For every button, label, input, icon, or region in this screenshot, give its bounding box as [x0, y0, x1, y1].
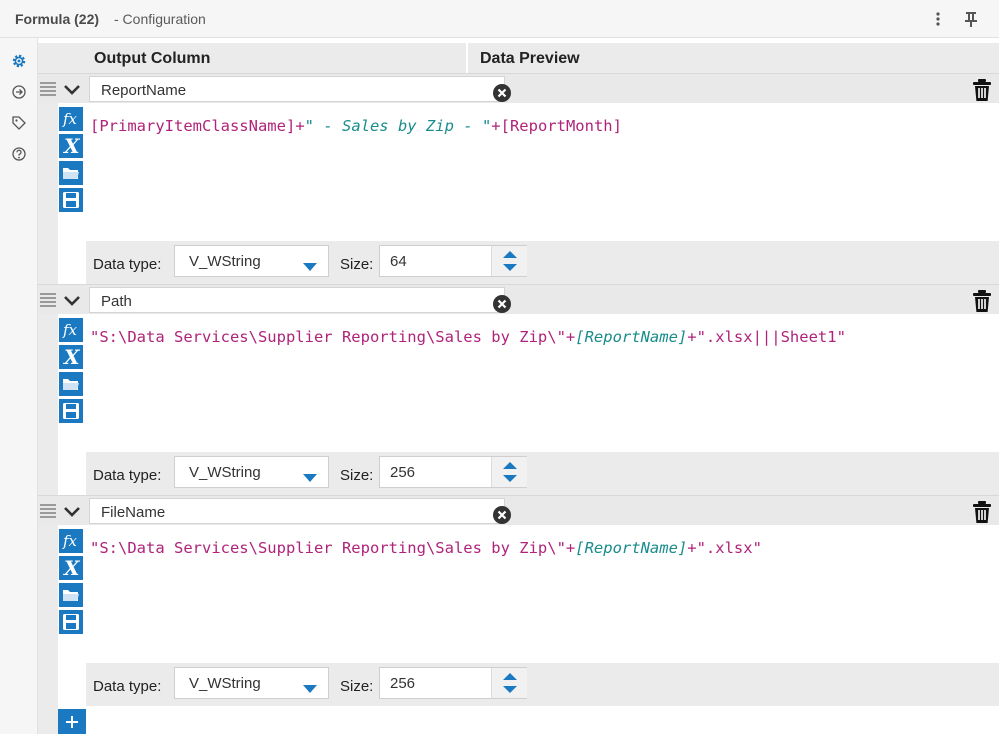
delete-icon[interactable]: [972, 79, 992, 101]
window-title: Formula (22): [15, 11, 100, 27]
save-icon[interactable]: [59, 399, 83, 423]
data-type-label: Data type:: [93, 467, 162, 484]
variable-icon[interactable]: X: [59, 345, 83, 369]
function-icon[interactable]: fx: [59, 318, 83, 342]
add-formula-button[interactable]: [58, 709, 86, 734]
function-icon[interactable]: fx: [59, 529, 83, 553]
data-type-bar: Data type: V_WString Size: 64: [86, 241, 999, 284]
expression-editor[interactable]: fx X [PrimaryItemClassName]+" - Sales by…: [38, 103, 999, 284]
function-icon[interactable]: fx: [59, 107, 83, 131]
connection-icon[interactable]: [9, 82, 29, 102]
editor-toolbar: fx X: [58, 529, 84, 641]
gear-icon[interactable]: [9, 51, 29, 71]
more-icon[interactable]: [928, 8, 948, 30]
size-spinner[interactable]: [491, 246, 527, 276]
dropdown-arrow-icon[interactable]: [303, 258, 317, 276]
data-type-value: V_WString: [189, 253, 261, 270]
header-separator: [466, 43, 468, 73]
svg-text:X: X: [62, 558, 81, 578]
formula-configuration-window: Formula (22) - Configuration Output Colu…: [0, 0, 999, 734]
open-icon[interactable]: [59, 372, 83, 396]
data-type-label: Data type:: [93, 256, 162, 273]
editor-toolbar: fx X: [58, 107, 84, 219]
chevron-down-icon[interactable]: [62, 80, 82, 98]
expression-editor[interactable]: fx X "S:\Data Services\Supplier Reportin…: [38, 525, 999, 706]
variable-icon[interactable]: X: [59, 556, 83, 580]
formula-row: Path fx X "S:\Data Services\Supplier Rep: [38, 284, 999, 495]
save-icon[interactable]: [59, 188, 83, 212]
variable-icon[interactable]: X: [59, 134, 83, 158]
row-gutter: [38, 314, 58, 495]
data-type-value: V_WString: [189, 464, 261, 481]
svg-text:X: X: [62, 347, 81, 367]
size-input[interactable]: 256: [379, 456, 527, 488]
formula-row: ReportName fx X [PrimaryItemClassName]+": [38, 73, 999, 284]
clear-icon[interactable]: [493, 295, 511, 313]
add-row-gutter: [38, 706, 58, 734]
clear-icon[interactable]: [493, 506, 511, 524]
row-name-bar: Path: [38, 284, 999, 314]
size-spinner[interactable]: [491, 457, 527, 487]
expression-editor[interactable]: fx X "S:\Data Services\Supplier Reportin…: [38, 314, 999, 495]
delete-icon[interactable]: [972, 501, 992, 523]
add-row-bar: [38, 706, 999, 734]
window-subtitle: - Configuration: [114, 11, 206, 27]
formula-row: FileName fx X "S:\Data Services\Supplier: [38, 495, 999, 706]
formula-expression: [PrimaryItemClassName]+" - Sales by Zip …: [90, 117, 622, 135]
formula-expression: "S:\Data Services\Supplier Reporting\Sal…: [90, 539, 762, 557]
output-column-name-field[interactable]: FileName: [89, 498, 511, 524]
size-value: 256: [390, 675, 416, 692]
drag-handle-icon[interactable]: [40, 82, 56, 96]
row-gutter: [38, 525, 58, 706]
output-column-name-field[interactable]: Path: [89, 287, 511, 313]
size-label: Size:: [340, 256, 374, 273]
dropdown-arrow-icon[interactable]: [303, 680, 317, 698]
data-type-value: V_WString: [189, 675, 261, 692]
chevron-down-icon[interactable]: [62, 502, 82, 520]
pin-icon[interactable]: [961, 8, 981, 30]
output-column-name: FileName: [101, 504, 166, 521]
save-icon[interactable]: [59, 610, 83, 634]
clear-icon[interactable]: [493, 84, 511, 102]
data-preview-label: Data Preview: [480, 50, 580, 67]
output-column-name: ReportName: [101, 82, 187, 99]
help-icon[interactable]: [9, 144, 29, 164]
output-column-name-field[interactable]: ReportName: [89, 76, 511, 102]
editor-toolbar: fx X: [58, 318, 84, 430]
title-bar: Formula (22) - Configuration: [0, 0, 999, 38]
size-label: Size:: [340, 678, 374, 695]
data-type-select[interactable]: V_WString: [174, 667, 329, 699]
row-name-bar: FileName: [38, 495, 999, 525]
drag-handle-icon[interactable]: [40, 293, 56, 307]
svg-text:X: X: [62, 136, 81, 156]
tag-icon[interactable]: [9, 113, 29, 133]
size-input[interactable]: 64: [379, 245, 527, 277]
delete-icon[interactable]: [972, 290, 992, 312]
drag-handle-icon[interactable]: [40, 504, 56, 518]
data-type-select[interactable]: V_WString: [174, 245, 329, 277]
size-value: 256: [390, 464, 416, 481]
row-gutter: [38, 103, 58, 284]
size-label: Size:: [340, 467, 374, 484]
svg-text:fx: fx: [62, 321, 78, 339]
left-sidebar: [0, 38, 38, 734]
svg-text:fx: fx: [62, 532, 78, 550]
formula-expression: "S:\Data Services\Supplier Reporting\Sal…: [90, 328, 846, 346]
data-type-select[interactable]: V_WString: [174, 456, 329, 488]
size-input[interactable]: 256: [379, 667, 527, 699]
open-icon[interactable]: [59, 161, 83, 185]
data-type-bar: Data type: V_WString Size: 256: [86, 663, 999, 706]
row-name-bar: ReportName: [38, 73, 999, 103]
dropdown-arrow-icon[interactable]: [303, 469, 317, 487]
svg-text:fx: fx: [62, 110, 78, 128]
size-spinner[interactable]: [491, 668, 527, 698]
open-icon[interactable]: [59, 583, 83, 607]
output-column-label: Output Column: [94, 50, 211, 67]
chevron-down-icon[interactable]: [62, 291, 82, 309]
data-type-bar: Data type: V_WString Size: 256: [86, 452, 999, 495]
data-type-label: Data type:: [93, 678, 162, 695]
output-column-name: Path: [101, 293, 132, 310]
size-value: 64: [390, 253, 407, 270]
